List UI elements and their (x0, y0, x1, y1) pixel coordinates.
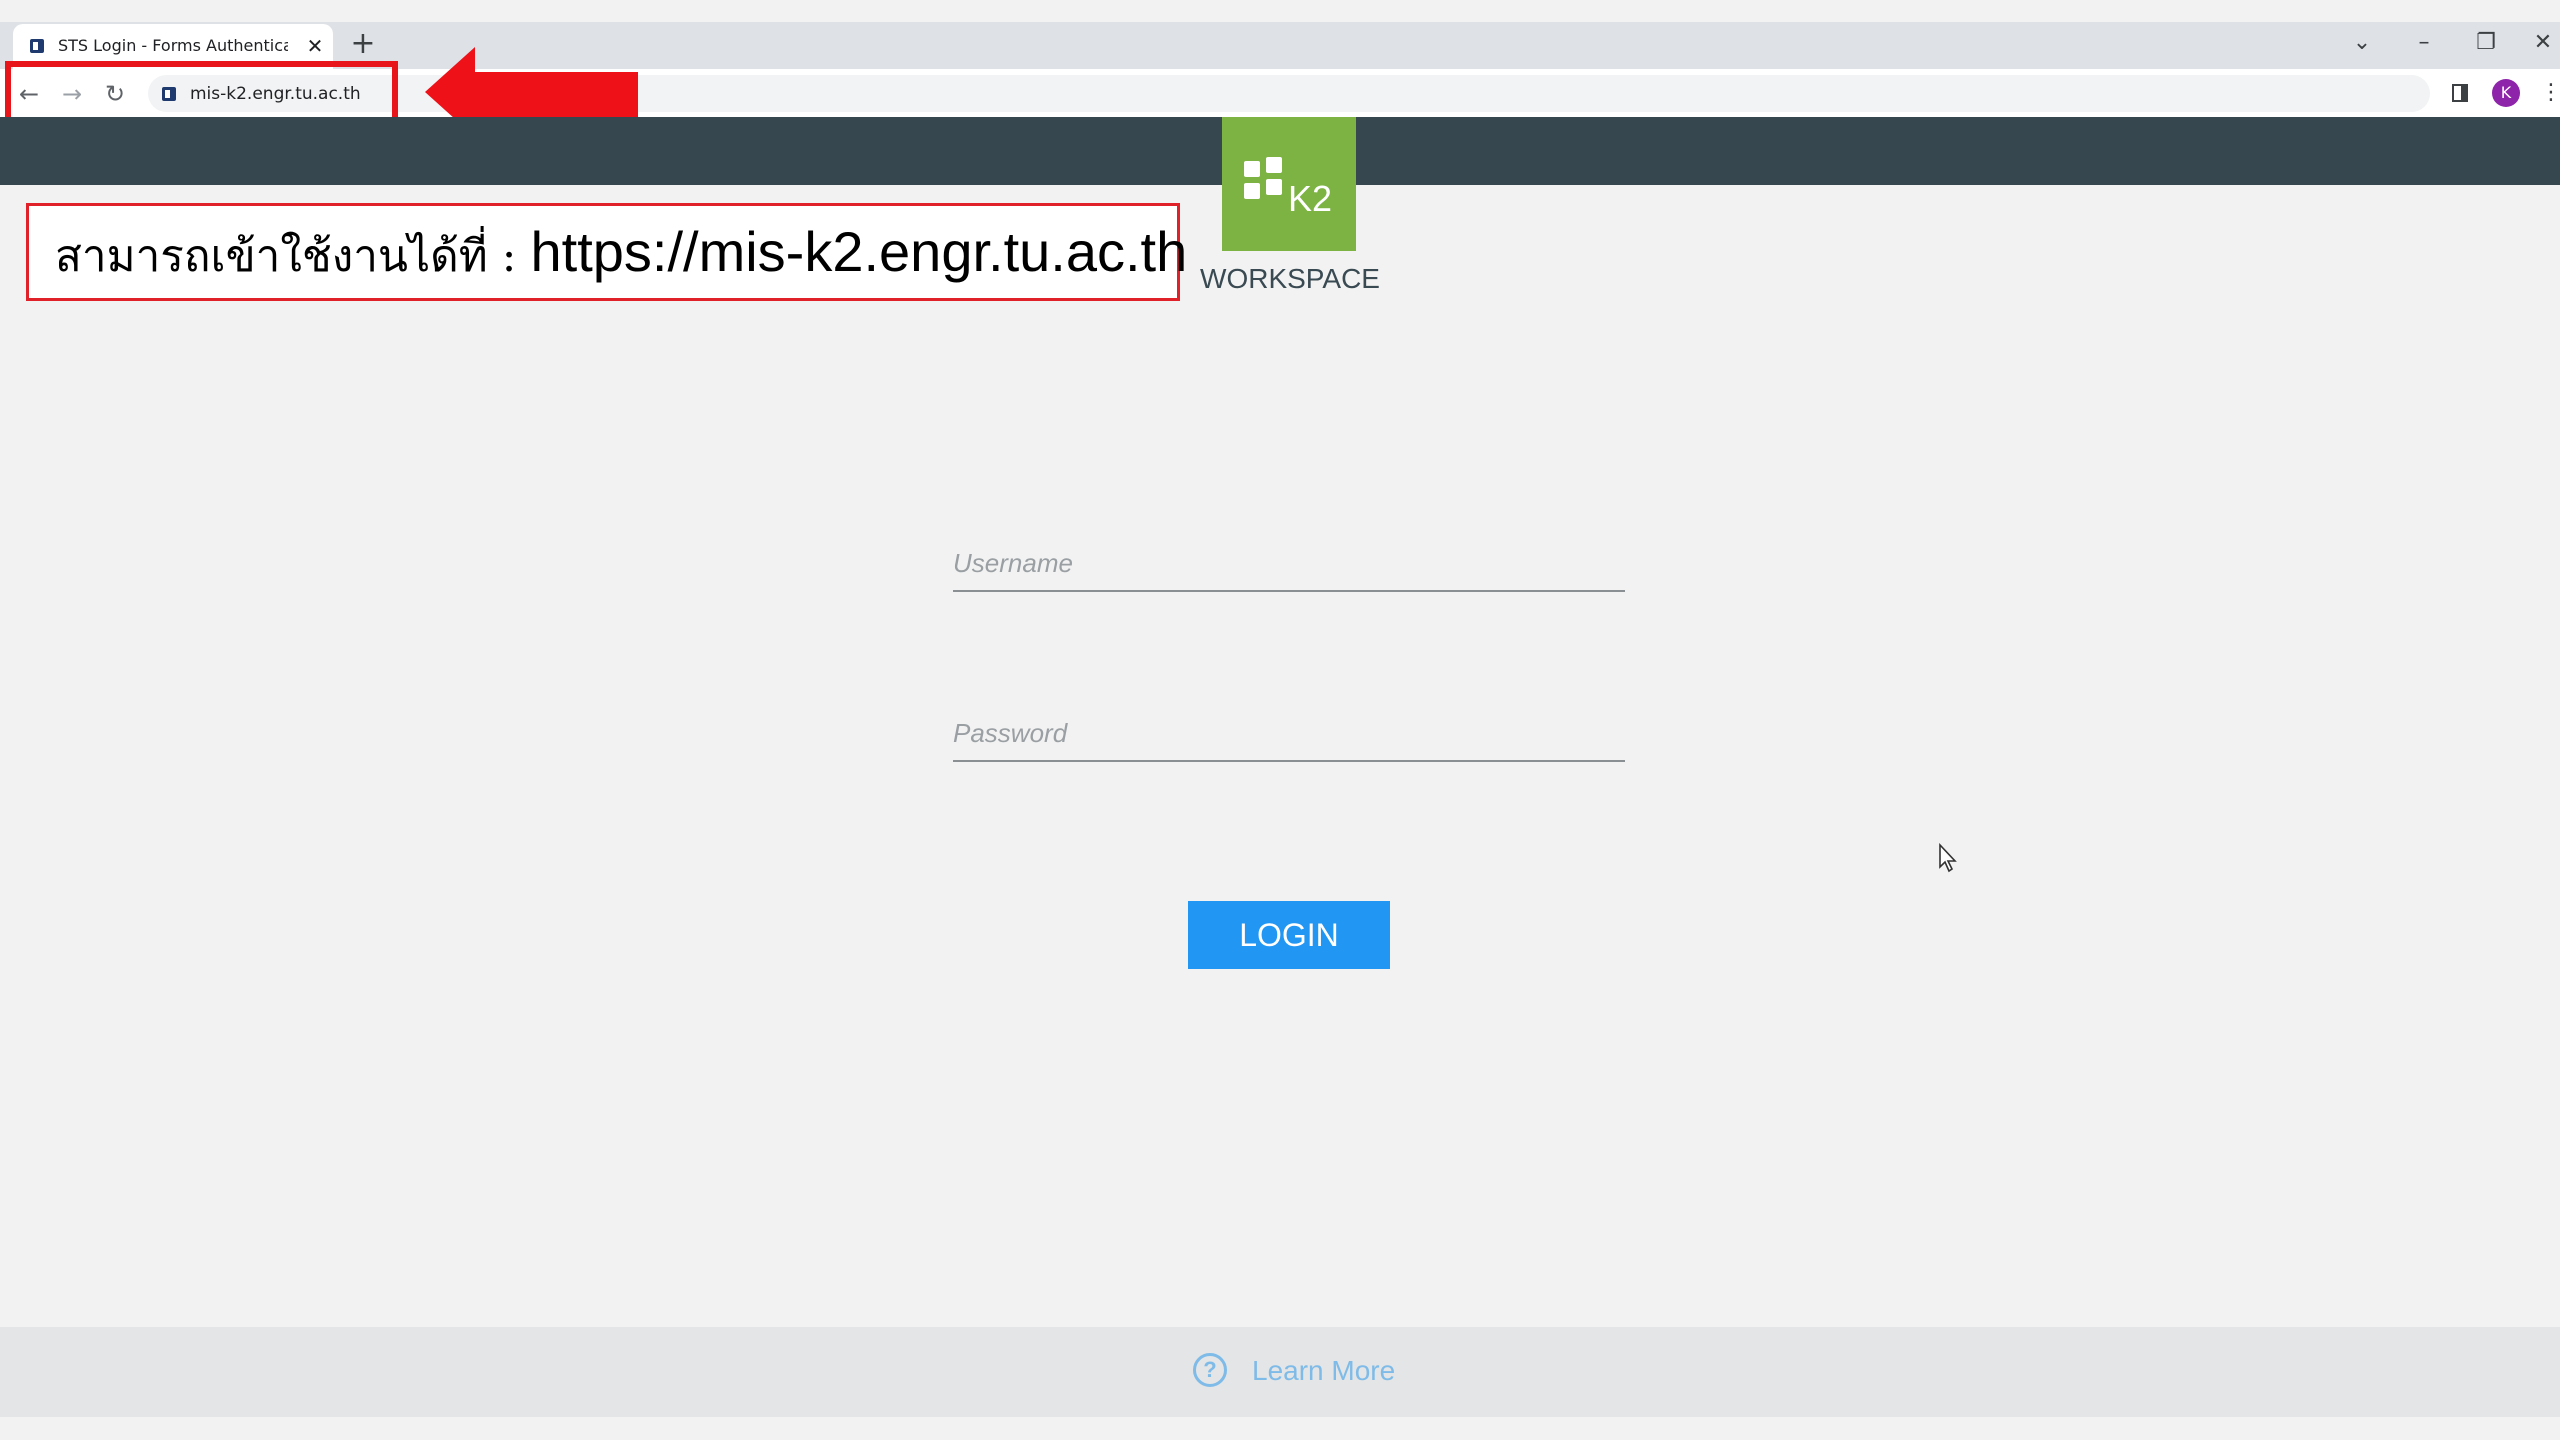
restore-button[interactable]: ❐ (2466, 26, 2506, 60)
tab-search-icon[interactable]: ⌄ (2342, 26, 2382, 60)
annotation-url-text: https://mis-k2.engr.tu.ac.th (530, 220, 1188, 283)
logo-square-icon (1244, 161, 1260, 177)
tab-close-button[interactable]: ✕ (303, 34, 327, 58)
learn-more-link[interactable]: Learn More (1252, 1354, 1395, 1388)
logo-square-icon (1244, 183, 1260, 199)
side-panel-icon[interactable] (2452, 84, 2468, 102)
profile-avatar[interactable]: K (2492, 79, 2520, 107)
new-tab-button[interactable]: + (348, 29, 378, 59)
annotation-thai-text: สามารถเข้าใช้งานได้ที่ : (55, 231, 531, 282)
annotation-callout: สามารถเข้าใช้งานได้ที่ : https://mis-k2.… (26, 203, 1187, 301)
mouse-cursor-icon (1939, 843, 1957, 873)
workspace-label: WORKSPACE (1200, 263, 1380, 294)
minimize-button[interactable]: – (2404, 26, 2444, 60)
username-input[interactable] (953, 536, 1625, 592)
password-input[interactable] (953, 706, 1625, 762)
k2-favicon-icon (30, 39, 44, 53)
login-button[interactable]: LOGIN (1188, 901, 1390, 969)
url-highlight-box (5, 61, 398, 124)
logo-square-icon (1266, 157, 1282, 173)
help-icon[interactable]: ? (1193, 1353, 1227, 1387)
logo-square-icon (1266, 179, 1282, 195)
k2-logo: K2 (1222, 117, 1356, 251)
page-footer: ? Learn More (0, 1327, 2560, 1417)
browser-menu-icon[interactable]: ⋮ (2540, 79, 2560, 107)
logo-text: K2 (1288, 178, 1333, 219)
tab-title: STS Login - Forms Authentication (58, 36, 288, 55)
close-window-button[interactable]: ✕ (2526, 26, 2560, 60)
annotation-text: สามารถเข้าใช้งานได้ที่ : https://mis-k2.… (55, 220, 1187, 284)
